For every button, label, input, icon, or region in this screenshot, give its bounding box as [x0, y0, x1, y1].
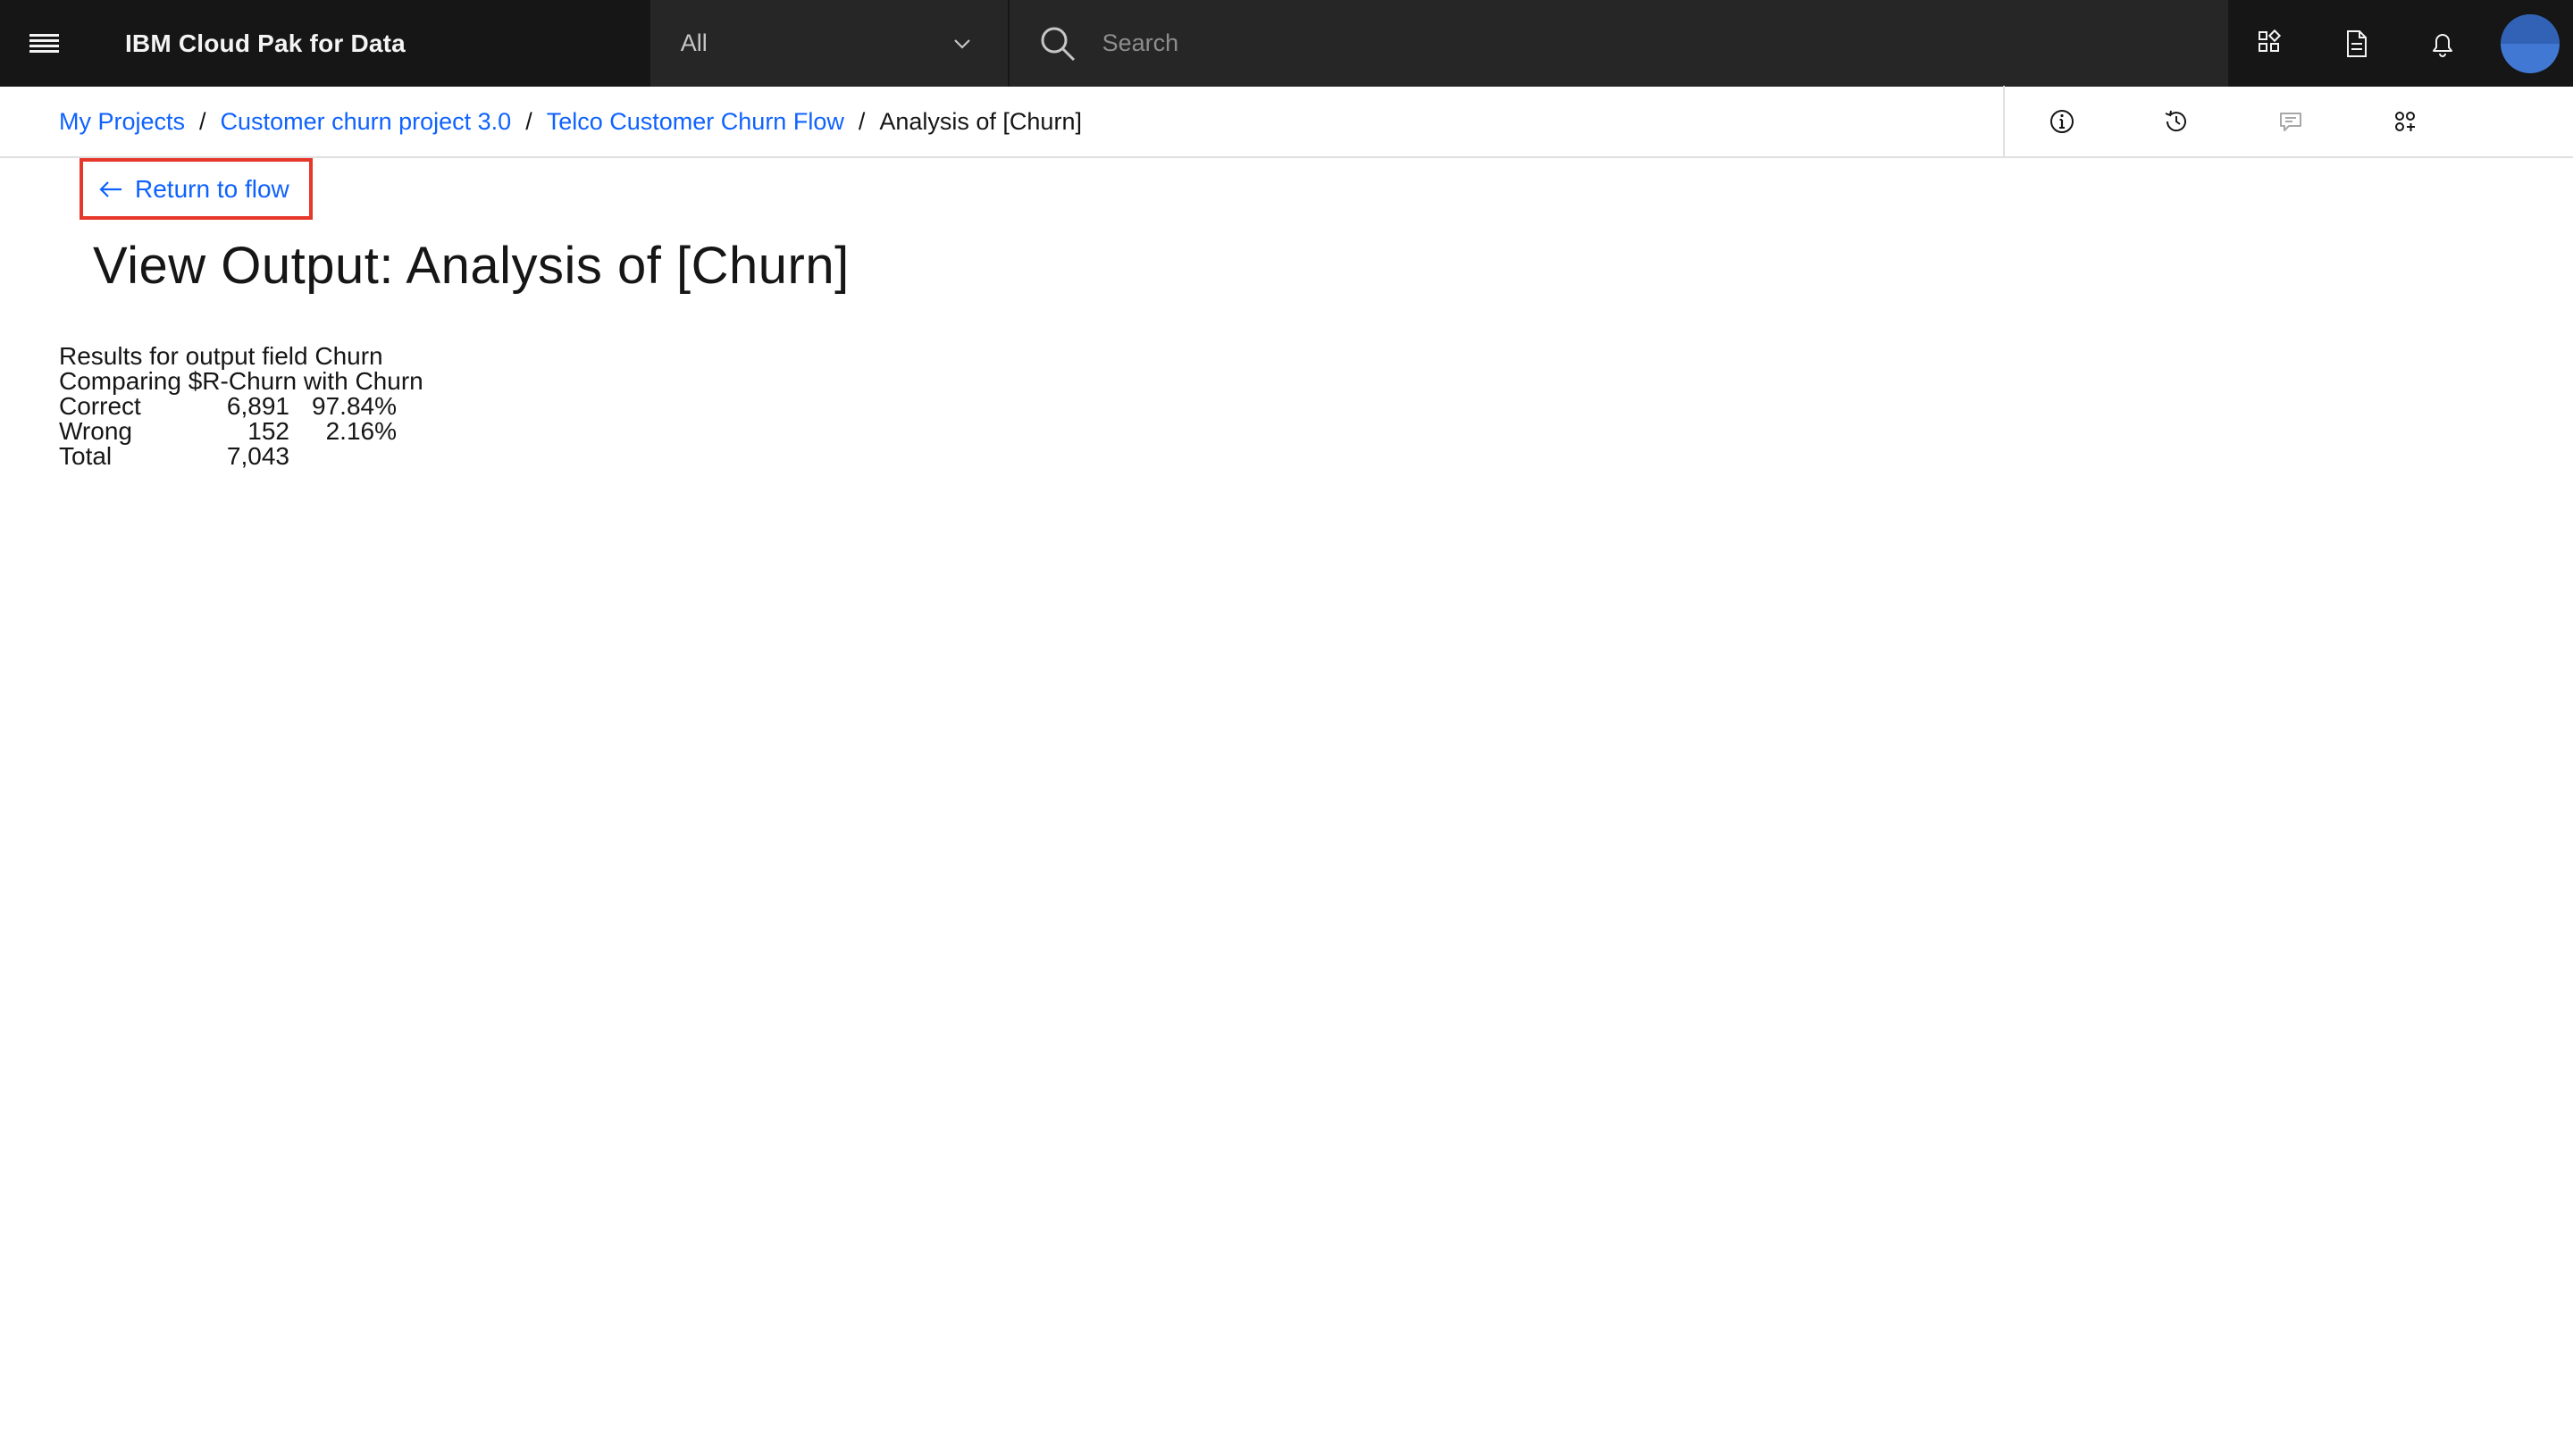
breadcrumb-current: Analysis of [Churn]: [879, 107, 1082, 135]
history-button[interactable]: [2119, 86, 2234, 157]
info-button[interactable]: [2005, 86, 2119, 157]
results-row-label: Total: [59, 442, 113, 470]
breadcrumb-separator: /: [199, 107, 206, 135]
breadcrumb: My Projects / Customer churn project 3.0…: [0, 86, 2003, 157]
breadcrumb-flow[interactable]: Telco Customer Churn Flow: [547, 108, 844, 136]
chevron-down-icon: [953, 38, 970, 49]
results-row-count: 7,043: [226, 442, 289, 470]
settings-adjust-button[interactable]: [2348, 86, 2462, 157]
breadcrumb-project[interactable]: Customer churn project 3.0: [221, 108, 512, 136]
notification-bell-icon: [2433, 33, 2452, 57]
comments-button[interactable]: [2234, 86, 2348, 157]
search-bar: [1007, 0, 2228, 87]
breadcrumb-separator: /: [525, 107, 532, 135]
brand-name: IBM Cloud Pak for Data: [124, 29, 406, 57]
breadcrumb-separator: /: [858, 107, 866, 135]
results-row-label: Wrong: [59, 417, 132, 445]
hamburger-menu-button[interactable]: [0, 0, 89, 87]
results-row-percent: 2.16%: [325, 417, 397, 445]
breadcrumb-bar: My Projects / Customer churn project 3.0…: [0, 86, 2573, 158]
results-row: Wrong 152 2.16%: [59, 419, 423, 444]
user-avatar-button[interactable]: [2487, 0, 2573, 87]
results-row: Correct 6,891 97.84%: [59, 394, 423, 419]
menu-icon: [29, 33, 60, 54]
results-row-percent: 97.84%: [312, 392, 397, 420]
apps-switcher-button[interactable]: [2228, 0, 2314, 87]
breadcrumb-my-projects[interactable]: My Projects: [59, 108, 185, 136]
documents-button[interactable]: [2314, 0, 2400, 87]
comment-icon: [2280, 113, 2301, 131]
search-scope-dropdown[interactable]: All: [650, 0, 1008, 87]
return-to-flow-label: Return to flow: [135, 174, 289, 203]
apps-switcher-icon: [2259, 29, 2282, 52]
top-header: IBM Cloud Pak for Data All: [0, 0, 2573, 87]
settings-adjust-icon: [2395, 112, 2415, 131]
info-icon: [2050, 110, 2074, 133]
header-actions: [2228, 0, 2573, 87]
page-toolbar: [2003, 86, 2462, 157]
results-row-label: Correct: [59, 392, 141, 420]
results-row-percent: [289, 444, 397, 469]
search-icon: [1041, 27, 1075, 61]
page-title: View Output: Analysis of [Churn]: [93, 237, 850, 295]
notifications-button[interactable]: [2400, 0, 2485, 87]
results-row-count: 6,891: [226, 392, 289, 420]
document-icon: [2347, 29, 2367, 57]
results-row: Total 7,043: [59, 444, 423, 469]
analysis-results: Results for output field Churn Comparing…: [59, 344, 423, 469]
arrow-left-icon: [99, 180, 122, 197]
results-heading: Results for output field Churn: [59, 342, 383, 370]
avatar: [2501, 13, 2560, 73]
results-comparison: Comparing $R-Churn with Churn: [59, 367, 423, 395]
history-icon: [2165, 110, 2186, 132]
search-scope-value: All: [680, 29, 708, 56]
return-to-flow-link[interactable]: Return to flow: [80, 158, 313, 220]
results-row-count: 152: [247, 417, 289, 445]
search-input[interactable]: [1102, 29, 2175, 57]
